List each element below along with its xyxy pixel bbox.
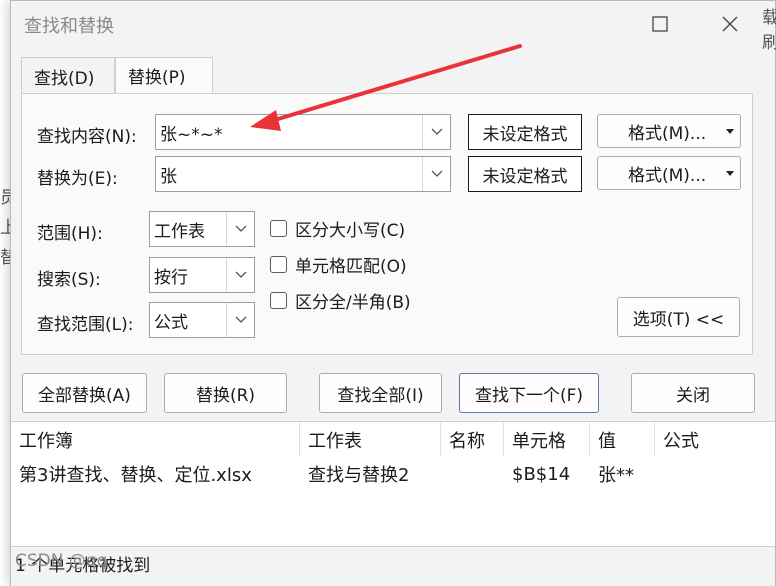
look-in-value: 公式 <box>154 313 188 333</box>
find-next-button[interactable]: 查找下一个(F) <box>459 373 599 413</box>
replace-with-input[interactable]: 张 <box>160 162 177 187</box>
replace-panel: 查找内容(N): 张~*~* 未设定格式 格式(M)... 替换为(E): 张 … <box>21 93 753 355</box>
cell-workbook: 第3讲查找、替换、定位.xlsx <box>19 465 252 486</box>
dropdown-arrow-icon <box>726 129 734 134</box>
background-cell-text: 刷 <box>762 33 776 53</box>
find-format-button[interactable]: 格式(M)... <box>597 114 741 148</box>
find-what-combobox[interactable]: 张~*~* <box>155 114 451 150</box>
cell-formula <box>655 459 775 489</box>
tab-find[interactable]: 查找(D) <box>21 57 115 94</box>
replace-format-status-button[interactable]: 未设定格式 <box>468 156 582 192</box>
status-bar: 1 个单元格被找到 CSDN @qq <box>11 546 775 586</box>
search-order-label: 搜索(S): <box>37 270 101 290</box>
chevron-down-icon[interactable] <box>226 212 254 246</box>
chevron-down-icon[interactable] <box>422 157 450 191</box>
scope-value: 工作表 <box>154 222 205 242</box>
column-header-name[interactable]: 名称 <box>441 422 504 457</box>
find-format-label: 格式(M)... <box>628 123 707 144</box>
match-case-label: 区分大小写(C) <box>295 221 406 241</box>
column-header-sheet[interactable]: 工作表 <box>300 422 441 457</box>
replace-button[interactable]: 替换(R) <box>164 373 287 413</box>
column-header-workbook[interactable]: 工作簿 <box>11 422 300 457</box>
dropdown-arrow-icon <box>726 171 734 176</box>
match-entire-cell-checkbox[interactable]: 单元格匹配(O) <box>270 252 407 277</box>
background-cell-text: 载 <box>762 8 776 28</box>
maximize-icon <box>652 16 668 32</box>
replace-format-button[interactable]: 格式(M)... <box>597 156 741 190</box>
replace-all-button[interactable]: 全部替换(A) <box>22 373 147 413</box>
close-button[interactable]: 关闭 <box>631 373 755 413</box>
scope-label: 范围(H): <box>37 224 103 244</box>
find-what-input[interactable]: 张~*~* <box>160 120 223 145</box>
checkbox-box[interactable] <box>270 256 287 273</box>
look-in-label: 查找范围(L): <box>37 315 134 335</box>
cell-value: 张** <box>598 465 634 486</box>
tab-strip: 查找(D) 替换(P) <box>21 57 756 94</box>
cell-name <box>441 459 504 489</box>
options-toggle-button[interactable]: 选项(T) << <box>617 297 740 337</box>
match-width-label: 区分全/半角(B) <box>295 293 411 313</box>
search-order-select[interactable]: 按行 <box>149 257 255 293</box>
checkbox-box[interactable] <box>270 220 287 237</box>
search-order-value: 按行 <box>154 268 188 288</box>
dialog-title: 查找和替换 <box>24 16 114 37</box>
column-header-formula[interactable]: 公式 <box>655 422 775 457</box>
scope-select[interactable]: 工作表 <box>149 211 255 247</box>
find-all-button[interactable]: 查找全部(I) <box>319 373 442 413</box>
chevron-down-icon[interactable] <box>226 303 254 337</box>
cell-sheet: 查找与替换2 <box>308 465 410 486</box>
find-what-label: 查找内容(N): <box>37 127 137 147</box>
match-entire-cell-label: 单元格匹配(O) <box>295 257 407 277</box>
match-width-checkbox[interactable]: 区分全/半角(B) <box>270 288 411 313</box>
close-window-button[interactable] <box>713 9 747 39</box>
tab-replace[interactable]: 替换(P) <box>115 57 213 94</box>
column-header-cell[interactable]: 单元格 <box>504 422 590 457</box>
chevron-down-icon[interactable] <box>226 258 254 292</box>
match-case-checkbox[interactable]: 区分大小写(C) <box>270 216 405 241</box>
replace-with-label: 替换为(E): <box>37 169 118 189</box>
cell-address: $B$14 <box>512 463 571 485</box>
maximize-button[interactable] <box>643 9 677 39</box>
checkbox-box[interactable] <box>270 292 287 309</box>
chevron-down-icon[interactable] <box>422 115 450 149</box>
results-table: 工作簿 工作表 名称 单元格 值 公式 第3讲查找、替换、定位.xlsx 查找与… <box>11 421 775 546</box>
replace-format-label: 格式(M)... <box>628 165 707 186</box>
watermark: CSDN @qq <box>15 551 108 571</box>
close-icon <box>722 16 738 32</box>
look-in-select[interactable]: 公式 <box>149 302 255 338</box>
title-bar: 查找和替换 <box>11 1 776 47</box>
find-replace-dialog: 查找和替换 查找(D) 替换(P) 查找内容(N): 张~*~* 未设定格式 格… <box>10 0 776 586</box>
replace-with-combobox[interactable]: 张 <box>155 156 451 192</box>
find-format-status-button[interactable]: 未设定格式 <box>468 114 582 150</box>
column-header-value[interactable]: 值 <box>590 422 655 457</box>
